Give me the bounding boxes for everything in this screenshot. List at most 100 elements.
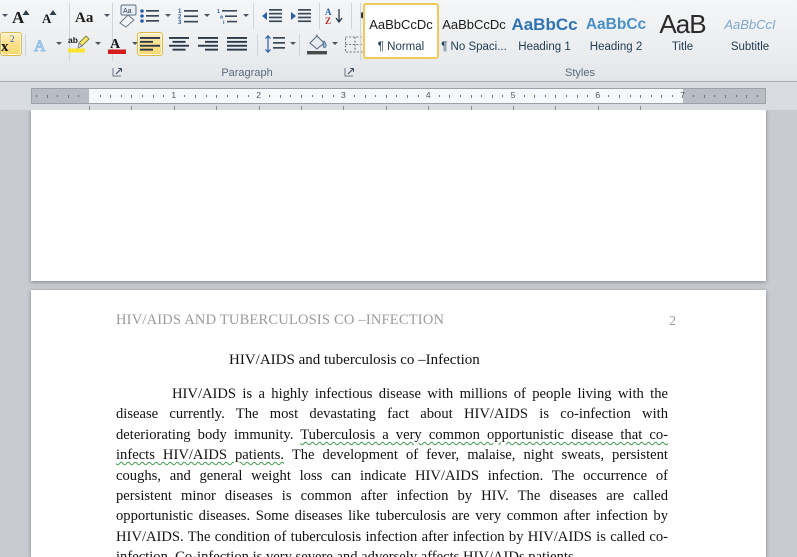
ruler-tick (375, 95, 377, 97)
bullets-button[interactable] (137, 4, 163, 28)
ruler-label: 1 (171, 90, 177, 100)
shading-button[interactable] (304, 32, 330, 56)
change-case-button[interactable]: Aa (73, 4, 103, 28)
document-page-2[interactable]: HIV/AIDS AND TUBERCULOSIS CO –INFECTION … (31, 290, 766, 557)
style-item-normal[interactable]: AaBbCcDc ¶ Normal (363, 3, 439, 59)
text-effects-icon: A (33, 37, 46, 54)
grow-font-button[interactable]: A (10, 4, 36, 28)
ruler-bar: 1 2 3 4 5 6 7 (0, 82, 797, 188)
sort-button[interactable]: A Z (323, 4, 347, 28)
increase-indent-button[interactable] (288, 4, 314, 28)
superscript-button[interactable]: x 2 (0, 32, 22, 56)
svg-text:A: A (12, 8, 25, 26)
numbering-icon: 1 2 3 (178, 9, 198, 25)
justify-icon (227, 37, 247, 51)
multilevel-list-button[interactable]: 1 a i (215, 4, 241, 28)
document-title: HIV/AIDS and tuberculosis co –Infection (229, 352, 480, 368)
style-label: ¶ Normal (377, 40, 425, 53)
style-label: Title (671, 40, 694, 53)
align-center-button[interactable] (166, 32, 192, 56)
increase-indent-icon (291, 9, 311, 23)
paint-bucket-icon (306, 34, 327, 54)
text-highlight-color-button[interactable]: ab (66, 32, 92, 56)
style-item-title[interactable]: AaB Title (652, 3, 713, 59)
body-paragraph: HIV/AIDS is a highly infectious disease … (116, 384, 668, 557)
style-preview: AaBbCcDc (442, 17, 506, 32)
multilevel-list-icon: 1 a i (217, 9, 237, 25)
style-item-nospacing[interactable]: AaBbCcDc ¶ No Spaci... (439, 3, 509, 59)
ruler-tick (555, 95, 557, 98)
ruler-tick (661, 95, 663, 98)
ruler-tick (142, 95, 143, 97)
ruler-tick (195, 95, 196, 98)
change-case-caret[interactable] (104, 14, 110, 17)
ruler-tick (417, 95, 419, 97)
ruler-tick (672, 95, 673, 97)
svg-text:ab: ab (68, 35, 78, 45)
align-right-button[interactable] (195, 32, 221, 56)
line-spacing-caret[interactable] (290, 42, 296, 45)
shading-caret[interactable] (332, 42, 338, 45)
ruler-tick (322, 95, 324, 98)
superscript-icon: x 2 (1, 35, 15, 54)
svg-text:x: x (1, 39, 9, 54)
ruler-tick (184, 95, 186, 97)
ruler-tick (311, 95, 313, 97)
ruler-tick (523, 95, 525, 97)
text-effects-button[interactable]: A (30, 32, 54, 56)
ruler-tick (534, 95, 536, 98)
justify-button[interactable] (224, 32, 250, 56)
document-canvas[interactable]: HIV/AIDS AND TUBERCULOSIS CO –INFECTION … (0, 110, 797, 557)
ruler-label: 6 (595, 90, 601, 100)
ruler-tick (703, 95, 705, 98)
ruler-tick (364, 95, 366, 98)
font-dialog-launcher[interactable] (112, 67, 123, 78)
ruler-tick (120, 95, 122, 97)
horizontal-ruler[interactable]: 1 2 3 4 5 6 7 (31, 88, 766, 111)
text-effects-caret[interactable] (56, 42, 62, 45)
numbering-caret[interactable] (204, 14, 210, 17)
bullets-caret[interactable] (165, 14, 171, 17)
decrease-indent-button[interactable] (259, 4, 285, 28)
font-size-dropdown-caret[interactable] (2, 14, 8, 17)
highlighter-icon: ab (67, 35, 90, 52)
style-item-heading1[interactable]: AaBbCc Heading 1 (509, 3, 580, 59)
style-item-subtitle[interactable]: AaBbCcI Subtitle (713, 3, 787, 59)
shrink-font-button[interactable]: A (39, 4, 65, 28)
ruler-tick (407, 95, 408, 98)
ruler-tick (396, 95, 398, 97)
line-spacing-button[interactable] (262, 32, 288, 56)
document-page-1[interactable] (31, 110, 766, 281)
ruler-tick (248, 95, 249, 97)
ruler-label: 3 (341, 90, 346, 100)
style-preview: AaBbCcI (724, 17, 776, 32)
ruler-tick (131, 95, 133, 98)
multilevel-list-caret[interactable] (243, 14, 249, 17)
font-color-icon: A (107, 37, 126, 54)
paragraph-dialog-launcher[interactable] (344, 67, 355, 78)
svg-text:3: 3 (178, 20, 182, 25)
ruler-tick (78, 95, 80, 97)
style-preview: AaB (659, 9, 706, 40)
ribbon: A A Aa Aa x 2 A ab A 1 2 3 1 a i A Z Par… (0, 0, 797, 82)
svg-text:A: A (42, 11, 52, 26)
style-item-heading2[interactable]: AaBbCc Heading 2 (580, 3, 652, 59)
paragraph-group-label: Paragraph (221, 67, 273, 79)
page-number: 2 (669, 313, 676, 328)
highlight-color-caret[interactable] (95, 42, 101, 45)
ruler-label: 7 (680, 90, 685, 100)
numbering-button[interactable]: 1 2 3 (176, 4, 202, 28)
ruler-tick (566, 95, 567, 97)
ruler-tick (269, 95, 271, 97)
ruler-tick (460, 95, 461, 97)
line-spacing-icon (265, 35, 285, 53)
dialog-launcher-icon (112, 67, 123, 77)
change-case-icon: Aa (75, 10, 94, 26)
align-left-button[interactable] (137, 32, 163, 56)
ruler-tick (576, 95, 578, 98)
ruler-tick (205, 95, 207, 97)
ruler-tick (385, 95, 387, 98)
font-color-button[interactable]: A (105, 32, 129, 56)
svg-text:Aa: Aa (75, 10, 94, 26)
ruler-tick (36, 95, 37, 97)
